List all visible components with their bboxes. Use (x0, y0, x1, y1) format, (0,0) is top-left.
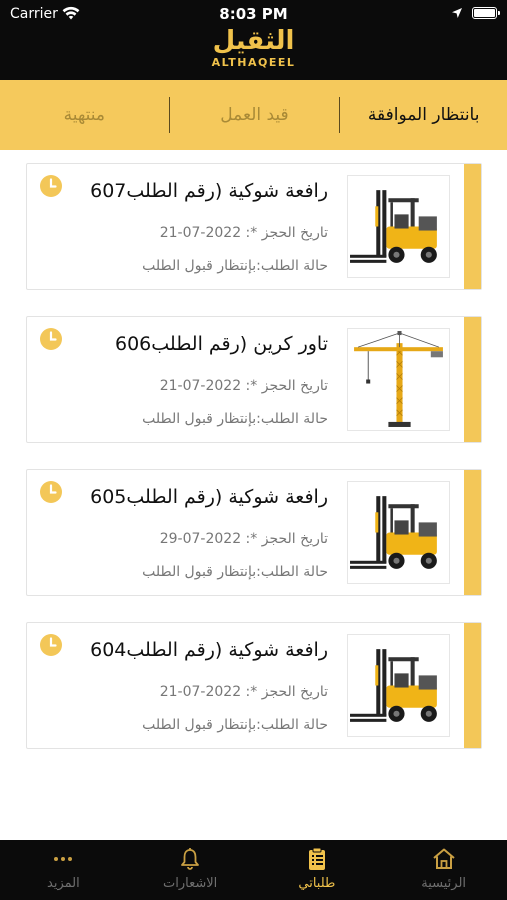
requests-list: رافعة شوكية (رقم الطلب607 تاريخ الحجز *:… (26, 163, 482, 775)
forklift-image (347, 481, 450, 584)
clipboard-icon (308, 847, 325, 870)
request-card[interactable]: رافعة شوكية (رقم الطلب607 تاريخ الحجز *:… (26, 163, 482, 290)
tab-awaiting-approval[interactable]: بانتظار الموافقة (340, 80, 507, 150)
nav-home[interactable]: الرئيسية (380, 840, 507, 900)
more-dots-icon (54, 857, 73, 861)
location-arrow-icon (452, 8, 462, 18)
card-accent-bar (464, 623, 481, 748)
clock-icon (40, 328, 62, 350)
nav-more-label: المزيد (47, 876, 80, 891)
request-card[interactable]: رافعة شوكية (رقم الطلب605 تاريخ الحجز *:… (26, 469, 482, 596)
request-status: حالة الطلب:بإنتظار قبول الطلب (142, 564, 328, 580)
app-logo: الثقيل ALTHAQEEL (0, 26, 507, 70)
clock-icon (40, 634, 62, 656)
card-accent-bar (464, 470, 481, 595)
nav-notifications-label: الاشعارات (162, 876, 218, 891)
request-title: رافعة شوكية (رقم الطلب604 (90, 639, 328, 661)
logo-english: ALTHAQEEL (211, 56, 296, 69)
booking-date: تاريخ الحجز *: 2022-07-29 (159, 531, 328, 547)
home-icon (432, 848, 455, 869)
booking-date: تاريخ الحجز *: 2022-07-21 (159, 378, 328, 394)
logo-arabic: الثقيل (212, 26, 295, 56)
nav-my-requests[interactable]: طلباتي (254, 840, 381, 900)
battery-icon (472, 7, 500, 19)
clock-icon (40, 481, 62, 503)
clock-time: 8:03 PM (219, 5, 288, 23)
bottom-navigation: الرئيسية طلباتي الاشعارات المزيد (0, 840, 507, 900)
nav-home-label: الرئيسية (421, 876, 467, 891)
request-status: حالة الطلب:بإنتظار قبول الطلب (142, 258, 328, 274)
app-header: Carrier 8:03 PM الثقيل ALTHAQEEL (0, 0, 507, 80)
request-status: حالة الطلب:بإنتظار قبول الطلب (142, 717, 328, 733)
request-card[interactable]: رافعة شوكية (رقم الطلب604 تاريخ الحجز *:… (26, 622, 482, 749)
card-accent-bar (464, 164, 481, 289)
status-bar: Carrier 8:03 PM (0, 0, 507, 28)
request-card[interactable]: تاور كرين (رقم الطلب606 تاريخ الحجز *: 2… (26, 316, 482, 443)
booking-date: تاريخ الحجز *: 2022-07-21 (159, 684, 328, 700)
tab-completed[interactable]: منتهية (0, 80, 169, 150)
request-title: رافعة شوكية (رقم الطلب607 (90, 180, 328, 202)
card-accent-bar (464, 317, 481, 442)
nav-my-requests-label: طلباتي (298, 876, 336, 891)
forklift-image (347, 175, 450, 278)
nav-more[interactable]: المزيد (0, 840, 127, 900)
forklift-image (347, 634, 450, 737)
nav-notifications[interactable]: الاشعارات (127, 840, 254, 900)
request-status: حالة الطلب:بإنتظار قبول الطلب (142, 411, 328, 427)
tab-in-progress[interactable]: قيد العمل (170, 80, 339, 150)
clock-icon (40, 175, 62, 197)
booking-date: تاريخ الحجز *: 2022-07-21 (159, 225, 328, 241)
tower-crane-image (347, 328, 450, 431)
request-title: تاور كرين (رقم الطلب606 (114, 333, 328, 355)
request-title: رافعة شوكية (رقم الطلب605 (90, 486, 328, 508)
status-tabs: بانتظار الموافقة قيد العمل منتهية (0, 80, 507, 150)
bell-icon (181, 848, 200, 870)
